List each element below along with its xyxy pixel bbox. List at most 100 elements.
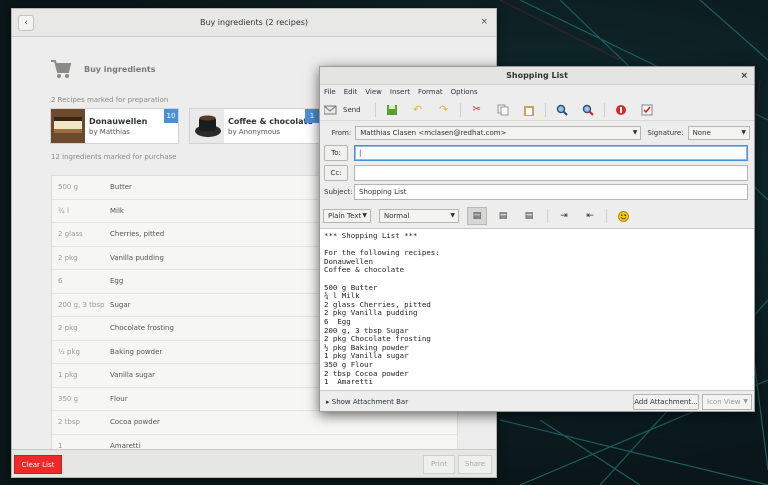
redo-button[interactable]: ↷	[434, 101, 454, 119]
menu-options[interactable]: Options	[451, 88, 478, 96]
recipe-thumbnail	[51, 109, 85, 143]
ingredient-qty: 500 g	[58, 183, 79, 192]
ingredient-name: Sugar	[110, 300, 131, 309]
back-button[interactable]: ‹	[18, 15, 34, 31]
cut-button[interactable]: ✂	[467, 101, 487, 119]
to-button[interactable]: To:	[324, 145, 348, 161]
clear-list-button[interactable]: Clear List	[14, 455, 62, 474]
shopping-cart-icon	[51, 60, 72, 78]
subject-row: Subject: Shopping List	[324, 184, 750, 200]
spell-check-button[interactable]	[637, 101, 657, 119]
add-attachment-button[interactable]: Add Attachment...	[633, 394, 699, 410]
signature-combo[interactable]: None ▼	[687, 126, 750, 140]
save-draft-button[interactable]	[382, 101, 402, 119]
compose-toolbar: Send ↶ ↷ ✂	[320, 99, 754, 121]
recipe-card-coffee[interactable]: Coffee & chocolate by Anonymous 1	[189, 108, 320, 144]
icon-view-combo[interactable]: Icon View ▼	[702, 394, 752, 410]
icon-view-value: Icon View	[707, 398, 741, 406]
copy-icon	[497, 104, 509, 115]
menubar: File Edit View Insert Format Options	[320, 85, 754, 99]
ingredient-name: Baking powder	[110, 347, 163, 356]
recipe-card-donauwellen[interactable]: Donauwellen by Matthias 10	[50, 108, 179, 144]
toolbar-separator	[547, 209, 548, 223]
recipes-marked-label: 2 Recipes marked for preparation	[51, 96, 169, 104]
message-body[interactable]: *** Shopping List *** For the following …	[320, 228, 754, 391]
menu-edit[interactable]: Edit	[344, 88, 358, 96]
align-left-icon: ▤	[472, 211, 482, 221]
send-icon	[324, 105, 337, 114]
compose-window: Shopping List × File Edit View Insert Fo…	[319, 66, 755, 412]
stop-icon	[615, 104, 626, 115]
menu-format[interactable]: Format	[418, 88, 443, 96]
align-center-button[interactable]: ▤	[493, 207, 513, 225]
compose-titlebar: Shopping List ×	[320, 67, 754, 85]
ingredient-name: Cherries, pitted	[110, 230, 165, 239]
undo-icon: ↶	[413, 103, 423, 116]
show-attachment-bar-toggle[interactable]: ▸ Show Attachment Bar	[326, 398, 408, 406]
find-replace-button[interactable]	[578, 101, 598, 119]
ingredient-qty: 2 glass	[58, 230, 83, 239]
stop-button[interactable]	[611, 101, 631, 119]
from-row: From: Matthias Clasen <mclasen@redhat.co…	[324, 126, 750, 140]
attachment-bar: ▸ Show Attachment Bar Add Attachment... …	[320, 392, 754, 412]
signature-value: None	[692, 129, 711, 137]
paragraph-style-combo[interactable]: Normal ▼	[379, 209, 459, 223]
recipe-name: Donauwellen	[89, 116, 148, 126]
outdent-button[interactable]: ⇤	[580, 207, 600, 225]
menu-file[interactable]: File	[324, 88, 336, 96]
recipes-headerbar: ‹ Buy ingredients (2 recipes) ×	[12, 9, 496, 37]
signature-label: Signature:	[647, 129, 684, 137]
from-combo[interactable]: Matthias Clasen <mclasen@redhat.com> ▼	[355, 126, 642, 140]
paste-button[interactable]	[519, 101, 539, 119]
recipe-author: by Matthias	[89, 127, 130, 136]
ingredient-name: Butter	[110, 183, 132, 192]
expander-arrow-icon: ▸	[326, 398, 330, 406]
ingredient-qty: 350 g	[58, 394, 79, 403]
format-combo[interactable]: Plain Text ▼	[323, 209, 371, 223]
toolbar-separator	[603, 102, 605, 117]
cc-field[interactable]	[354, 165, 748, 181]
format-value: Plain Text	[328, 212, 362, 220]
close-icon[interactable]: ×	[480, 17, 488, 27]
align-right-button[interactable]: ▤	[519, 207, 539, 225]
toolbar-separator	[544, 102, 546, 117]
toolbar-separator	[459, 102, 461, 117]
find-replace-icon	[582, 104, 594, 116]
spell-check-icon	[641, 104, 653, 115]
cc-button[interactable]: Cc:	[324, 165, 348, 181]
align-left-button[interactable]: ▤	[467, 207, 487, 225]
find-button[interactable]	[552, 101, 572, 119]
copy-button[interactable]	[493, 101, 513, 119]
subject-field[interactable]: Shopping List	[354, 184, 748, 200]
formatting-toolbar: Plain Text ▼ Normal ▼ ▤ ▤ ▤ ⇥ ⇤	[320, 206, 754, 226]
window-title: Buy ingredients (2 recipes)	[199, 18, 309, 27]
show-attachment-bar-label: Show Attachment Bar	[331, 398, 409, 406]
ingredient-qty: 200 g, 3 tbsp	[58, 300, 105, 309]
menu-view[interactable]: View	[365, 88, 382, 96]
ingredient-name: Vanilla pudding	[110, 253, 164, 262]
ingredient-qty: 2 pkg	[58, 324, 78, 333]
indent-button[interactable]: ⇥	[554, 207, 574, 225]
list-item[interactable]: 2 tbsp Cocoa powder	[52, 411, 457, 435]
ingredient-name: Flour	[110, 394, 128, 403]
ingredient-name: Chocolate frosting	[110, 324, 174, 333]
ingredient-name: Cocoa powder	[110, 418, 160, 427]
share-button[interactable]: Share	[458, 455, 492, 474]
menu-insert[interactable]: Insert	[390, 88, 410, 96]
undo-button[interactable]: ↶	[408, 101, 428, 119]
align-center-icon: ▤	[498, 211, 508, 221]
to-field[interactable]: |	[354, 145, 748, 161]
toolbar-separator	[606, 209, 607, 223]
close-icon[interactable]: ×	[740, 67, 748, 85]
cut-icon: ✂	[472, 104, 481, 115]
ingredient-qty: 1 pkg	[58, 371, 78, 380]
redo-icon: ↷	[439, 103, 449, 116]
print-button[interactable]: Print	[423, 455, 455, 474]
ingredient-qty: ½ pkg	[58, 347, 80, 356]
send-button[interactable]: Send	[324, 104, 361, 116]
recipe-author: by Anonymous	[228, 127, 281, 136]
insert-emoticon-button[interactable]	[613, 207, 633, 225]
recipe-name: Coffee & chocolate	[228, 116, 313, 126]
dropdown-arrow-icon: ▼	[741, 129, 746, 136]
ingredient-qty: 2 pkg	[58, 253, 78, 262]
